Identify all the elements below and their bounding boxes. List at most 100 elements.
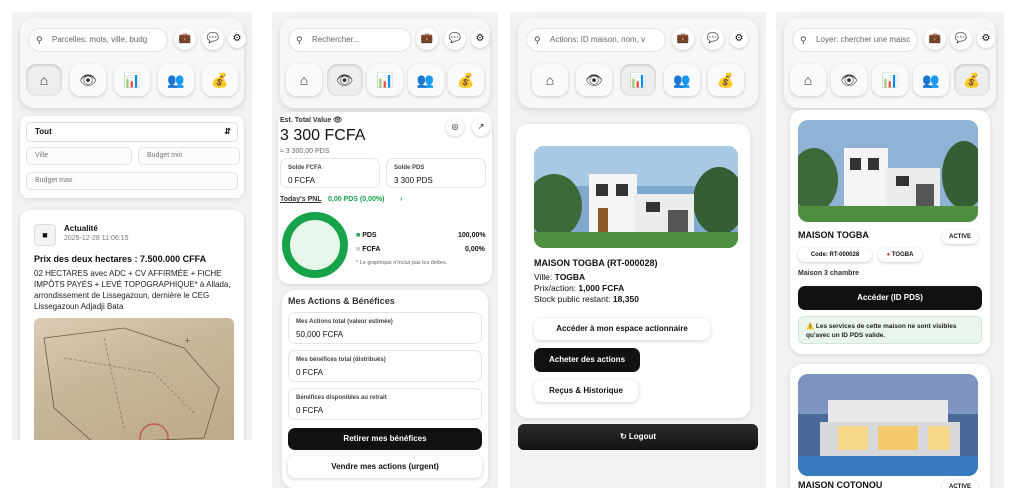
receipts-history-button[interactable]: Reçus & Historique	[534, 380, 638, 402]
chart-note: * Le graphique n'inclut pas les dettes.	[356, 260, 448, 266]
nav-eye-icon[interactable]: 👁	[576, 64, 612, 96]
logout-button[interactable]: ↻ Logout	[518, 424, 758, 450]
total-profit-field: Mes bénéfices total (distribués) 0 FCFA	[288, 350, 482, 382]
rental-description: Maison 3 chambre	[798, 270, 860, 277]
budget-max-placeholder: Budget max	[35, 177, 73, 184]
nav-users-icon[interactable]: 👥	[158, 64, 194, 96]
legend-pds-name: PDS	[362, 232, 377, 239]
buy-shares-button[interactable]: Acheter des actions	[534, 348, 640, 372]
house-details: Ville: TOGBA Prix/action: 1,000 FCFA Sto…	[534, 272, 639, 305]
nav-bar: ⌂ 👁 📊 👥 💰	[790, 64, 990, 98]
total-actions-field: Mes Actions total (valeur estimée) 50,00…	[288, 312, 482, 344]
nav-bar-chart-icon[interactable]: 📊	[872, 64, 908, 96]
nav-users-icon[interactable]: 👥	[913, 64, 949, 96]
city-value: TOGBA	[554, 272, 586, 282]
post-category: Actualité	[64, 224, 98, 233]
news-post[interactable]: ■ Actualité 2025-12-28 11:06:15 Prix des…	[20, 210, 244, 440]
balance-fcfa: Solde FCFA 0 FCFA	[280, 158, 380, 188]
balance-pds: Solde PDS 3 300 PDS	[386, 158, 486, 188]
gear-icon[interactable]: ⚙	[977, 30, 995, 48]
total-profit-label: Mes bénéfices total (distribués)	[296, 357, 386, 363]
logout-icon: ↻	[619, 432, 627, 441]
chat-bubble-icon[interactable]: 💬	[444, 28, 466, 50]
pds-warning: ⚠️ Les services de cette maison ne sont …	[798, 316, 982, 344]
nav-cash-hand-icon[interactable]: 💰	[954, 64, 990, 96]
wallet-card: Est. Total Value 👁 3 300 FCFA ≈ 3 300,00…	[278, 112, 492, 284]
nav-bar-chart-icon[interactable]: 📊	[620, 64, 656, 96]
export-icon[interactable]: ↗	[472, 118, 490, 136]
pin-icon: ●	[886, 252, 891, 258]
house-title: MAISON TOGBA (RT-000028)	[534, 258, 658, 268]
post-title: Prix des deux hectares : 7.500.000 CFFA	[34, 254, 207, 264]
status-badge: ACTIVE	[942, 230, 978, 244]
magnifier-icon: ⚲	[296, 35, 303, 45]
city-field[interactable]: Ville	[26, 147, 132, 165]
nav-bar-chart-icon[interactable]: 📊	[114, 64, 150, 96]
briefcase-icon[interactable]: 💼	[416, 28, 438, 50]
price-value: 1,000 FCFA	[578, 283, 625, 293]
actions-card: Mes Actions & Bénéfices Mes Actions tota…	[282, 290, 488, 488]
legend-pds: ■ PDS	[356, 232, 377, 239]
rental-photo-cotonou[interactable]	[798, 374, 978, 476]
nav-cash-hand-icon[interactable]: 💰	[448, 64, 484, 96]
city-chip: ● TOGBA	[878, 248, 922, 262]
briefcase-icon[interactable]: 💼	[174, 28, 196, 50]
rental-photo-togba[interactable]	[798, 120, 978, 222]
nav-bar-chart-icon[interactable]: 📊	[367, 64, 403, 96]
search-placeholder: Loyer: chercher une maisc	[816, 35, 911, 44]
rental-card-cotonou: MAISON COTONOU ACTIVE	[790, 364, 990, 488]
pnl-value: 0,00 PDS (0,00%)	[328, 196, 385, 203]
nav-eye-icon[interactable]: 👁	[70, 64, 106, 96]
nav-users-icon[interactable]: 👥	[407, 64, 444, 96]
category-select[interactable]: Tout ⇵	[26, 122, 238, 142]
search-input[interactable]: ⚲ Actions: ID maison, nom, v	[526, 28, 666, 52]
chat-bubble-icon[interactable]: 💬	[202, 28, 224, 50]
magnifier-icon: ⚲	[800, 35, 807, 45]
nav-users-icon[interactable]: 👥	[664, 64, 700, 96]
access-pds-button[interactable]: Accéder (ID PDS)	[798, 286, 982, 310]
gear-icon[interactable]: ⚙	[228, 30, 246, 48]
search-input[interactable]: ⚲ Loyer: chercher une maisc	[792, 28, 918, 52]
available-profit-label: Bénéfices disponibles au retrait	[296, 395, 387, 401]
pnl-label[interactable]: Today's PNL	[280, 196, 322, 203]
withdraw-button[interactable]: Retirer mes bénéfices	[288, 428, 482, 450]
budget-min-field[interactable]: Budget min	[138, 147, 240, 165]
survey-plan-image[interactable]: +	[34, 318, 234, 440]
briefcase-icon[interactable]: 💼	[924, 28, 946, 50]
nav-eye-icon[interactable]: 👁	[831, 64, 867, 96]
house-photo[interactable]	[534, 146, 738, 248]
search-placeholder: Parcelles: mots, ville, budg	[52, 35, 148, 44]
nav-house-icon[interactable]: ⌂	[532, 64, 568, 96]
nav-eye-icon[interactable]: 👁	[326, 64, 363, 96]
nav-house-icon[interactable]: ⌂	[286, 64, 322, 96]
nav-house-icon[interactable]: ⌂	[26, 64, 62, 96]
legend-pds-value: 100,00%	[458, 232, 486, 239]
nav-bar: ⌂ 👁 📊 👥 💰	[26, 64, 238, 98]
chat-bubble-icon[interactable]: 💬	[950, 28, 972, 50]
nav-cash-hand-icon[interactable]: 💰	[202, 64, 238, 96]
status-badge-2: ACTIVE	[942, 480, 978, 488]
search-input[interactable]: ⚲ Parcelles: mots, ville, budg	[28, 28, 168, 52]
stock-label: Stock public restant:	[534, 294, 611, 304]
budget-min-placeholder: Budget min	[147, 152, 183, 159]
budget-max-field[interactable]: Budget max	[26, 172, 238, 190]
screen-parcelles: ⚲ Parcelles: mots, ville, budg 💼 💬 ⚙ ⌂ 👁…	[12, 12, 252, 440]
nav-house-icon[interactable]: ⌂	[790, 64, 826, 96]
gear-icon[interactable]: ⚙	[471, 30, 489, 48]
gear-icon[interactable]: ⚙	[730, 30, 748, 48]
chat-bubble-icon[interactable]: 💬	[702, 28, 724, 50]
pnl-chevron-icon[interactable]: ›	[400, 196, 402, 203]
balance-pds-value: 3 300 PDS	[394, 176, 433, 185]
globe-icon[interactable]: ◎	[446, 118, 464, 136]
sell-shares-button[interactable]: Vendre mes actions (urgent)	[288, 456, 482, 478]
house-city-row: Ville: TOGBA	[534, 272, 639, 283]
code-value: RT-000028	[829, 252, 860, 258]
briefcase-icon[interactable]: 💼	[672, 28, 694, 50]
shareholder-space-button[interactable]: Accéder à mon espace actionnaire	[534, 318, 710, 340]
screen-rentals: ⚲ Loyer: chercher une maisc 💼 💬 ⚙ ⌂ 👁 📊 …	[776, 12, 1004, 488]
legend-dot-fcfa: ■	[356, 246, 361, 253]
city-chip-value: TOGBA	[891, 252, 914, 258]
total-profit-value: 0 FCFA	[296, 368, 324, 377]
nav-cash-hand-icon[interactable]: 💰	[708, 64, 744, 96]
search-input[interactable]: ⚲ Rechercher...	[288, 28, 412, 52]
